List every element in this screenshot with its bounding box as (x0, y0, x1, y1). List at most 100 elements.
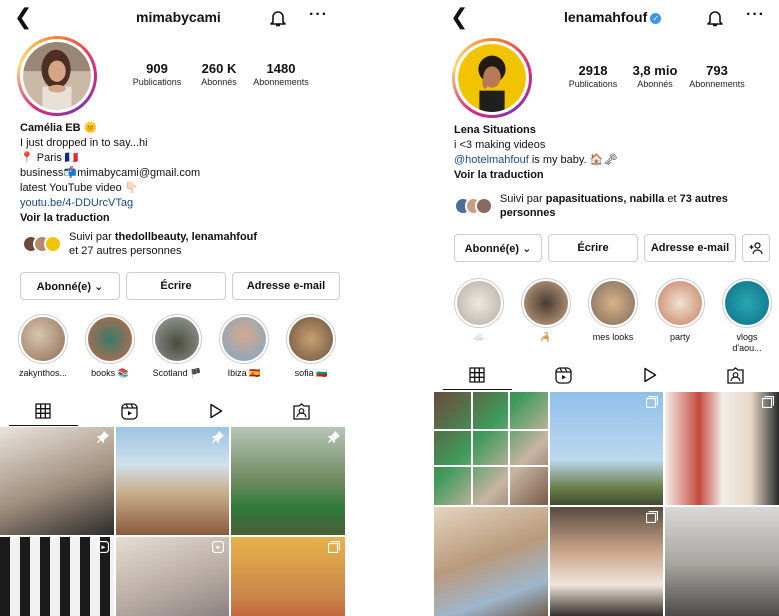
follower-avatar (475, 197, 493, 215)
avatar-photo (458, 44, 526, 112)
stat-label: Publications (132, 77, 182, 87)
post-thumbnail[interactable] (115, 537, 230, 616)
post-thumbnail[interactable] (665, 392, 779, 505)
followed-by[interactable]: Suivi par thedollbeauty, lenamahfouf et 2… (22, 230, 257, 258)
more-icon[interactable]: ··· (746, 6, 765, 24)
play-icon (209, 403, 222, 419)
reels-icon (121, 402, 138, 420)
stat-following[interactable]: 1480 Abonnements (250, 62, 312, 88)
bell-icon[interactable] (268, 8, 288, 28)
mention-link[interactable]: @hotelmahfouf (454, 154, 529, 166)
bell-icon[interactable] (705, 8, 725, 28)
email-button[interactable]: Adresse e-mail (232, 272, 340, 300)
posts-grid (0, 427, 345, 616)
profile-tabs (0, 396, 345, 426)
following-button[interactable]: Abonné(e) ⌄ (454, 234, 542, 262)
post-thumbnail[interactable] (231, 427, 345, 535)
suggest-people-button[interactable] (742, 234, 770, 262)
back-icon[interactable]: ❮ (14, 6, 32, 28)
highlight-label: Ibiza 🇪🇸 (227, 368, 261, 378)
tab-tagged[interactable] (259, 396, 345, 426)
highlight-item[interactable]: 🦂 (521, 278, 571, 354)
translate-link[interactable]: Voir la traduction (454, 168, 617, 183)
stats-row: 909 Publications 260 K Abonnés 1480 Abon… (126, 62, 312, 88)
translate-link[interactable]: Voir la traduction (20, 211, 200, 226)
stat-following[interactable]: 793 Abonnements (686, 64, 748, 90)
back-icon[interactable]: ❮ (450, 6, 468, 28)
message-button[interactable]: Écrire (126, 272, 226, 300)
highlight-item[interactable]: books 📚 (85, 314, 135, 379)
message-button[interactable]: Écrire (548, 234, 638, 262)
avatar[interactable] (17, 36, 97, 116)
post-thumbnail[interactable] (549, 392, 664, 505)
avatar[interactable] (452, 38, 532, 118)
post-thumbnail[interactable] (0, 427, 114, 535)
bio-line: latest YouTube video 👇🏻 (20, 182, 139, 194)
stat-label: Abonnés (201, 77, 237, 87)
followed-by[interactable]: Suivi par papasituations, nabilla et 73 … (454, 192, 779, 220)
profile-panel-lenamahfouf: ❮ lenamahfouf ✓ ··· 2918 Publications 3,… (434, 0, 779, 616)
reels-icon (555, 366, 572, 384)
stat-value: 260 K (201, 61, 237, 76)
stat-posts[interactable]: 909 Publications (126, 62, 188, 88)
profile-panel-mimabycami: ❮ mimabycami ··· 909 Publications 260 K … (0, 0, 345, 616)
bio: Camélia EB 🌞 I just dropped in to say...… (20, 121, 200, 226)
post-thumbnail[interactable] (115, 427, 230, 535)
pin-icon (327, 431, 340, 443)
post-thumbnail[interactable] (0, 537, 114, 616)
play-icon (643, 367, 656, 383)
grid-icon (35, 403, 51, 419)
posts-grid (434, 392, 779, 616)
reel-badge-icon (212, 541, 225, 553)
highlight-item[interactable]: vlogs d'aou... (722, 278, 772, 354)
followed-by-text: Suivi par thedollbeauty, lenamahfouf et 2… (69, 230, 257, 258)
highlight-item[interactable]: party (655, 278, 705, 354)
highlight-item[interactable]: Scotland 🏴 (152, 314, 202, 379)
tab-grid[interactable] (434, 360, 520, 390)
following-button[interactable]: Abonné(e) ⌄ (20, 272, 120, 300)
stat-label: Abonnements (253, 77, 309, 87)
post-thumbnail[interactable] (434, 507, 548, 616)
display-name: Lena Situations (454, 124, 536, 136)
story-highlights: zakynthos... books 📚 Scotland 🏴 Ibiza 🇪🇸… (18, 314, 345, 379)
stat-value: 793 (706, 63, 728, 78)
tab-grid[interactable] (0, 396, 86, 426)
highlight-item[interactable]: zakynthos... (18, 314, 68, 379)
stat-followers[interactable]: 260 K Abonnés (188, 62, 250, 88)
post-thumbnail[interactable] (549, 507, 664, 616)
tab-tagged[interactable] (693, 360, 779, 390)
profile-tabs (434, 360, 779, 390)
post-thumbnail[interactable] (665, 507, 779, 616)
highlight-label: zakynthos... (18, 368, 68, 378)
followed-prefix: Suivi par (499, 193, 546, 205)
highlight-label: party (669, 332, 690, 342)
highlight-label: books 📚 (91, 368, 129, 378)
highlight-item[interactable]: Ibiza 🇪🇸 (219, 314, 269, 379)
stat-label: Publications (568, 79, 618, 89)
email-button[interactable]: Adresse e-mail (644, 234, 736, 262)
stat-posts[interactable]: 2918 Publications (562, 64, 624, 90)
post-thumbnail[interactable] (434, 392, 548, 505)
multi-post-icon (646, 511, 659, 523)
highlight-item[interactable]: sofia 🇧🇬 (286, 314, 336, 379)
grid-icon (469, 367, 485, 383)
tab-videos[interactable] (173, 396, 259, 426)
multi-post-icon (646, 396, 659, 408)
username-title: lenamahfouf ✓ (564, 9, 662, 25)
post-thumbnail[interactable] (231, 537, 345, 616)
username-title: mimabycami (136, 9, 221, 25)
highlight-label: vlogs d'aou... (732, 332, 762, 353)
verified-badge-icon: ✓ (650, 13, 662, 24)
stat-followers[interactable]: 3,8 mio Abonnés (624, 64, 686, 90)
bio-link[interactable]: youtu.be/4-DDUrcVTag (20, 196, 200, 211)
tab-reels[interactable] (86, 396, 172, 426)
highlight-item[interactable]: ☁️ (454, 278, 504, 354)
tab-reels[interactable] (520, 360, 606, 390)
highlight-item[interactable]: mes looks (588, 278, 638, 354)
followed-by-text: Suivi par papasituations, nabilla et 73 … (500, 192, 779, 220)
more-icon[interactable]: ··· (309, 6, 328, 24)
tab-videos[interactable] (607, 360, 693, 390)
action-buttons: Abonné(e) ⌄ Écrire Adresse e-mail (454, 234, 770, 262)
username-text: lenamahfouf (564, 9, 648, 25)
followed-middle: et (664, 193, 680, 205)
